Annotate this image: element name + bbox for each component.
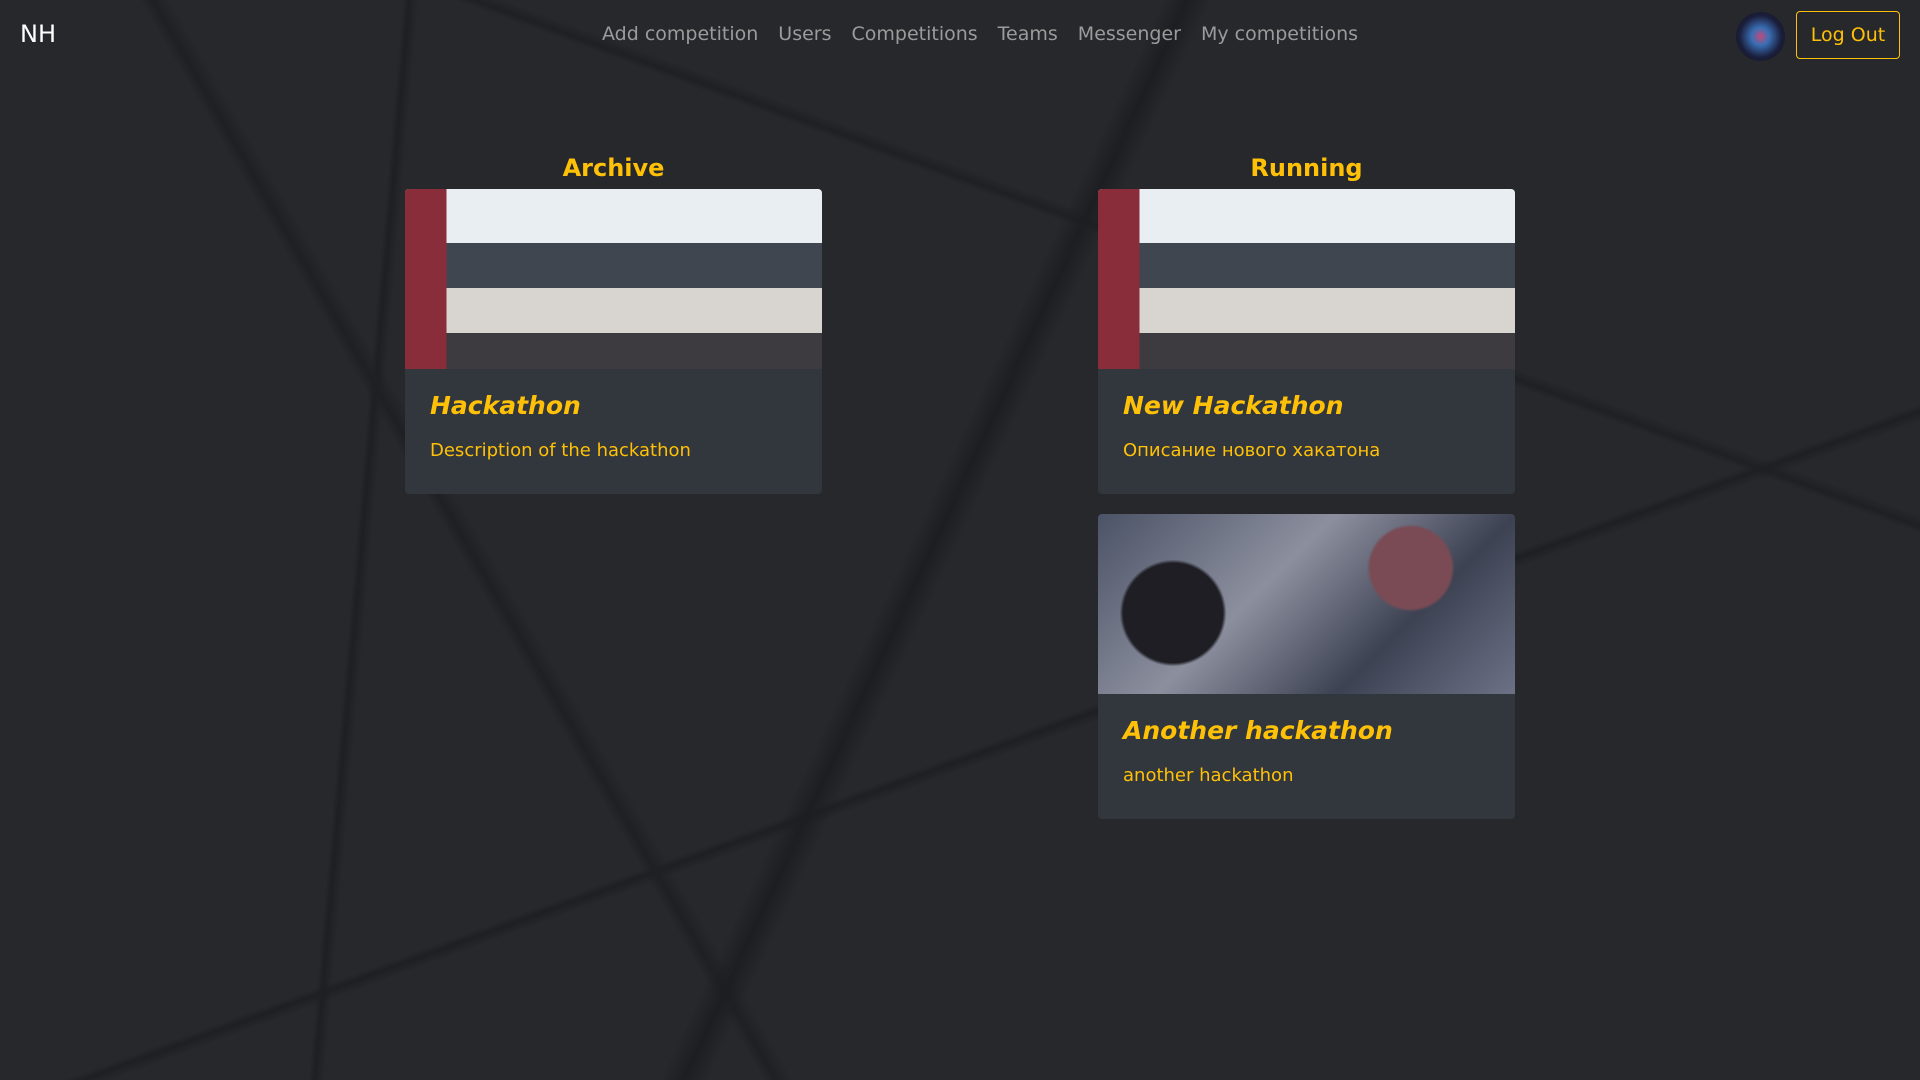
nav-my-competitions[interactable]: My competitions (1201, 23, 1358, 45)
nav-teams[interactable]: Teams (998, 23, 1058, 45)
logout-button[interactable]: Log Out (1796, 11, 1900, 59)
background (0, 0, 1920, 1080)
card-image (1098, 514, 1515, 694)
archive-heading: Archive (562, 154, 665, 182)
brand-logo[interactable]: NH (20, 20, 56, 48)
competition-card[interactable]: Another hackathon another hackathon (1098, 514, 1515, 819)
card-image (405, 189, 822, 369)
user-avatar[interactable] (1736, 12, 1785, 61)
card-image (1098, 189, 1515, 369)
card-description: another hackathon (1123, 765, 1294, 786)
archive-column: Archive Hackathon Description of the hac… (405, 153, 822, 514)
nav-add-competition[interactable]: Add competition (602, 23, 758, 45)
nav-competitions[interactable]: Competitions (852, 23, 978, 45)
card-title: New Hackathon (1123, 391, 1344, 420)
nav-links: Add competition Users Competitions Teams… (602, 23, 1358, 45)
card-description: Description of the hackathon (430, 440, 691, 461)
card-title: Hackathon (430, 391, 581, 420)
nav-users[interactable]: Users (778, 23, 831, 45)
navbar: NH Add competition Users Competitions Te… (0, 0, 1920, 72)
competition-card[interactable]: New Hackathon Описание нового хакатона (1098, 189, 1515, 494)
card-description: Описание нового хакатона (1123, 440, 1381, 461)
competition-card[interactable]: Hackathon Description of the hackathon (405, 189, 822, 494)
running-heading: Running (1250, 154, 1363, 182)
running-column: Running New Hackathon Описание нового ха… (1098, 153, 1515, 839)
nav-messenger[interactable]: Messenger (1078, 23, 1181, 45)
card-title: Another hackathon (1123, 716, 1393, 745)
